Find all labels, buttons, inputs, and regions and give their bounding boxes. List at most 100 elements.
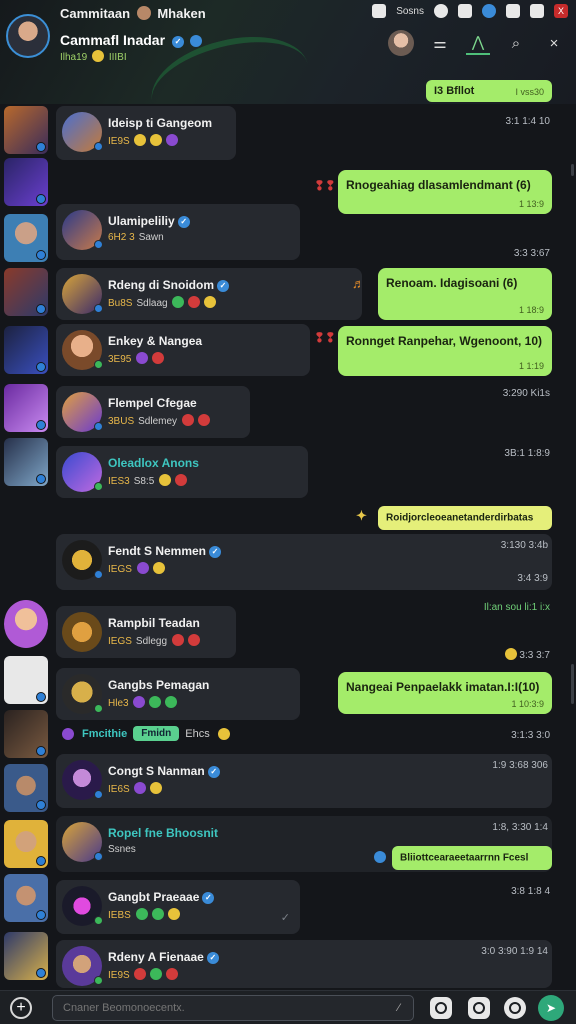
contact-avatar[interactable] [4,384,48,432]
reaction-icon[interactable]: ❢❢ [314,330,336,346]
camera-button[interactable] [430,997,452,1019]
reaction-icon[interactable]: ♬ [352,276,365,291]
close-app-icon[interactable]: X [554,4,568,18]
timestamp: 3:8 1:8 4 [511,886,550,897]
add-attachment-button[interactable]: + [10,997,32,1019]
message-text: Nangeai Penpaelakk imatan.I:I(10) [346,680,540,694]
chat-subtitle-text: Ilha19 [60,52,88,63]
home-icon[interactable] [372,4,387,18]
chat-name: Oleadlox Anons [108,456,199,470]
search-icon[interactable]: ⌕ [504,31,528,55]
profile-avatar[interactable] [6,14,50,58]
avatar [62,274,103,314]
reaction-icon[interactable]: ❢❢ [314,178,336,194]
verified-icon: ✓ [209,546,222,558]
chat-card[interactable]: Ulamipeliliy ✓ 6H2 3 Sawn [56,204,300,260]
contact-avatar[interactable] [4,600,48,648]
contact-avatar[interactable] [4,764,48,812]
verified-icon: ✓ [177,216,190,228]
chat-card[interactable]: Enkey & Nangea 3E95 [56,324,310,376]
contact-avatar[interactable] [4,326,48,374]
contact-avatar[interactable] [4,820,48,868]
sound-icon[interactable] [506,4,520,18]
send-button[interactable]: ➤ [538,995,564,1021]
emoji-icon [175,474,188,486]
verified-icon: ✓ [206,952,219,964]
chat-card[interactable]: Rdeng di Snoidom ✓ Bu8S Sdlaag [56,268,362,320]
emoji-icon [171,634,184,646]
window-icon[interactable] [530,4,544,18]
chat-name: Gangbs Pemagan [108,678,210,692]
sliders-icon[interactable]: ⚌ [428,31,452,55]
chat-name-text: Rdeny A Fienaae [108,950,204,964]
group-row[interactable]: Fmcithie Fmidn Ehcs [60,726,232,741]
chat-meta: Sdlemey [138,416,178,427]
chat-card[interactable]: Ideisp ti Gangeom IE9S [56,106,236,160]
contact-avatar[interactable] [4,268,48,316]
emoji-icon [188,296,201,308]
mention-button[interactable] [504,997,526,1019]
avatar [62,112,103,152]
outgoing-message[interactable]: Renoam. Idagisoani (6) 1 18:9 [378,268,552,320]
chat-card[interactable]: Rampbil Teadan IEGS Sdlegg [56,606,236,658]
browser-icon[interactable] [482,4,496,18]
chat-subline: 6H2 3 Sawn [108,232,164,243]
chat-name-text: Ulamipeliliy [108,214,175,228]
contact-avatar[interactable] [4,106,48,154]
emoji-icon [150,782,163,794]
chat-card[interactable]: Rdeny A Fienaae ✓ IE9S 3:0 3:90 1:9 14 [56,940,552,988]
message-meta: I vss30 [515,87,544,97]
chat-subtitle: Ilha19 IIIBI [60,50,127,63]
chat-name: Fmcithie [82,727,128,740]
chat-name: Flempel Cfegae [108,396,197,410]
scrollbar[interactable] [571,164,574,176]
emoji-icon [374,851,386,863]
contact-avatar[interactable] [4,932,48,980]
outgoing-message[interactable]: Roidjorcleoeanetanderdirbatas [378,506,552,530]
activity-icon[interactable]: ⋀ [466,31,490,55]
contact-avatar[interactable] [4,656,48,704]
outgoing-message[interactable]: I3 Bfllot I vss30 [426,80,552,102]
avatar [62,822,103,862]
emoji-icon [204,296,217,308]
chat-card[interactable]: Congt S Nanman ✓ IE6S 1:9 3:68 306 [56,754,552,808]
emoji-icon [166,134,179,146]
chat-card[interactable]: Fendt S Nemmen ✓ IEGS 3:130 3:4b 3:4 3:9 [56,534,552,590]
avatar [62,452,103,492]
chat-card[interactable]: Flempel Cfegae 3BUS Sdlemey [56,386,250,438]
coin-icon [505,648,518,660]
chat-name: Rampbil Teadan [108,616,200,630]
emoji-icon [134,968,147,980]
outgoing-message[interactable]: Rnogeahiag dlasamlendmant (6) 1 13:9 [338,170,552,214]
chat-card[interactable]: Gangbt Praeaae ✓ IEBS ✓ [56,880,300,934]
contact-avatar[interactable] [388,30,414,56]
format-icon[interactable]: ⁄ [398,1002,400,1014]
scrollbar[interactable] [571,664,574,704]
outgoing-message[interactable]: Ronnget Ranpehar, Wgenoont, 10) 1 1:19 [338,326,552,376]
chat-card[interactable]: Gangbs Pemagan Hle3 [56,668,300,720]
outgoing-message[interactable]: Bliiottcearaeetaarrnn Fcesl [392,846,552,870]
chat-code: 3E95 [108,354,132,365]
settings-icon[interactable] [434,4,448,18]
message-text: Bliiottcearaeetaarrnn Fcesl [400,852,529,864]
reply-icon[interactable] [372,848,388,866]
emoji-icon [136,352,149,364]
chat-title[interactable]: Cammafl Inadar ✓ [60,32,204,48]
contact-avatar[interactable] [4,874,48,922]
contact-avatar[interactable] [4,710,48,758]
message-input[interactable] [52,995,414,1021]
contact-avatar[interactable] [4,158,48,206]
message-meta: 1 10:3:9 [511,699,544,709]
contact-avatar[interactable] [4,438,48,486]
gallery-button[interactable] [468,997,490,1019]
chat-card[interactable]: Oleadlox Anons IES3 S8:5 [56,446,308,498]
outgoing-message[interactable]: Nangeai Penpaelakk imatan.I:I(10) 1 10:3… [338,672,552,714]
chat-subline: Hle3 [108,696,179,709]
sparkle-icon[interactable]: ✦ [356,508,367,524]
send-icon[interactable] [458,4,472,18]
chat-code: 3BUS [108,416,135,427]
close-icon[interactable]: × [542,31,566,55]
timestamp: 3:290 Ki1s [502,388,550,399]
contact-avatar[interactable] [4,214,48,262]
timestamp: 3:4 3:9 [517,573,548,584]
